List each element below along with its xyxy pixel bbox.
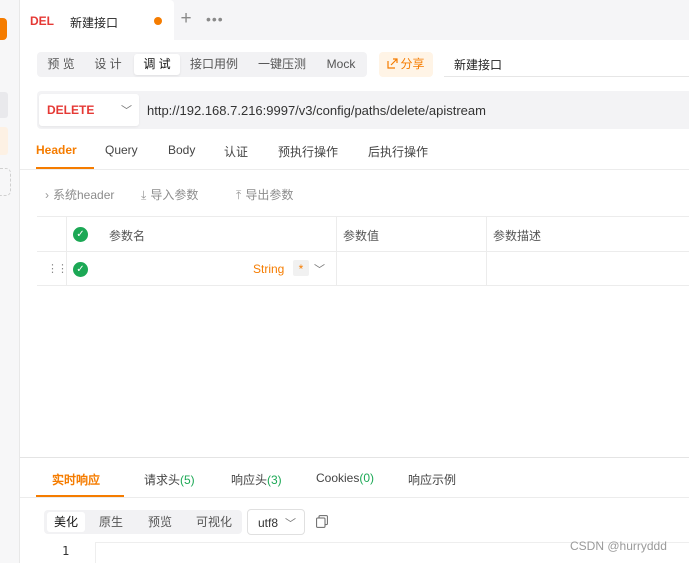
mode-mock-button[interactable]: Mock bbox=[320, 54, 362, 75]
watermark: CSDN @hurryddd bbox=[570, 539, 667, 553]
tab-response-example-label: 响应示例 bbox=[408, 473, 457, 487]
required-toggle[interactable]: * bbox=[293, 260, 309, 276]
cookies-count: (0) bbox=[359, 471, 375, 485]
system-header-toggle[interactable]: › 系统header bbox=[45, 186, 114, 203]
encoding-select[interactable]: utf8 ﹀ bbox=[247, 509, 305, 535]
mode-design-button[interactable]: 设 计 bbox=[87, 54, 129, 75]
tab-auth[interactable]: 认证 bbox=[224, 143, 248, 160]
add-tab-icon[interactable]: + bbox=[177, 8, 195, 30]
column-header-value: 参数值 bbox=[343, 229, 380, 243]
drag-handle-icon[interactable]: ⋮⋮ bbox=[47, 262, 68, 275]
export-params-label: 导出参数 bbox=[245, 188, 294, 202]
sidebar-item-active[interactable] bbox=[0, 127, 8, 155]
tab-title: 新建接口 bbox=[70, 16, 119, 30]
chevron-down-icon: ﹀ bbox=[121, 105, 132, 117]
mode-switcher: 预 览 设 计 调 试 接口用例 一键压测 Mock bbox=[37, 52, 367, 77]
format-raw-button[interactable]: 原生 bbox=[92, 512, 130, 532]
chevron-down-icon[interactable]: ﹀ bbox=[314, 261, 325, 277]
chevron-down-icon: ﹀ bbox=[285, 518, 296, 530]
divider bbox=[20, 497, 689, 498]
tab-post-script[interactable]: 后执行操作 bbox=[368, 143, 428, 160]
chevron-right-icon: › bbox=[45, 188, 49, 202]
api-name-input[interactable] bbox=[444, 52, 689, 77]
mode-debug-button[interactable]: 调 试 bbox=[134, 54, 180, 75]
share-label: 分享 bbox=[400, 57, 425, 71]
tab-cookies-label: Cookies bbox=[316, 471, 360, 485]
tab-response-example[interactable]: 响应示例 bbox=[408, 471, 456, 488]
param-type-select[interactable]: String bbox=[253, 262, 284, 276]
column-header-description: 参数描述 bbox=[493, 229, 542, 243]
request-tabs: Header Query Body 认证 预执行操作 后执行操作 bbox=[20, 132, 689, 170]
mode-preview-button[interactable]: 预 览 bbox=[40, 54, 82, 75]
line-number: 1 bbox=[62, 544, 70, 558]
tab-request-headers[interactable]: 请求头(5) bbox=[144, 471, 195, 488]
response-headers-count: (3) bbox=[267, 473, 282, 487]
format-preview-button[interactable]: 预览 bbox=[141, 512, 179, 532]
copy-icon[interactable] bbox=[316, 515, 328, 528]
tab-response-headers[interactable]: 响应头(3) bbox=[231, 471, 282, 488]
row-enabled-check-icon[interactable]: ✓ bbox=[73, 262, 88, 277]
url-input[interactable] bbox=[147, 100, 667, 120]
table-header-row: ✓ 参数名 参数值 参数描述 bbox=[37, 217, 689, 252]
header-param-table: ✓ 参数名 参数值 参数描述 ⋮⋮ ✓ String * ﹀ bbox=[37, 216, 689, 286]
import-params-label: 导入参数 bbox=[150, 188, 199, 202]
tab-header[interactable]: Header bbox=[36, 143, 77, 157]
export-params-button[interactable]: ⤒ 导出参数 bbox=[236, 186, 293, 203]
tab-live-response[interactable]: 实时响应 bbox=[52, 471, 100, 488]
import-params-button[interactable]: ⤓ 导入参数 bbox=[141, 186, 198, 203]
column-header-name: 参数名 bbox=[109, 229, 146, 243]
system-header-label: 系统header bbox=[53, 188, 115, 202]
tab-query[interactable]: Query bbox=[105, 143, 138, 157]
more-icon[interactable]: ••• bbox=[206, 11, 224, 27]
table-row: ⋮⋮ ✓ String * ﹀ bbox=[37, 252, 689, 287]
active-tab-indicator bbox=[36, 167, 94, 169]
share-icon bbox=[387, 58, 399, 69]
column-divider bbox=[486, 217, 487, 286]
sidebar-add-placeholder[interactable] bbox=[0, 168, 11, 196]
export-icon: ⤒ bbox=[236, 188, 242, 202]
tab-pre-script[interactable]: 预执行操作 bbox=[278, 143, 338, 160]
sidebar-active-marker[interactable] bbox=[0, 18, 7, 40]
tab-request-headers-label: 请求头 bbox=[144, 473, 181, 487]
share-button[interactable]: 分享 bbox=[379, 52, 433, 77]
tab-new-interface[interactable]: DEL 新建接口 bbox=[20, 0, 174, 40]
format-visualize-button[interactable]: 可视化 bbox=[190, 512, 238, 532]
mode-test-case-button[interactable]: 接口用例 bbox=[185, 54, 243, 75]
unsaved-dot-icon[interactable] bbox=[154, 17, 162, 25]
request-headers-count: (5) bbox=[180, 473, 195, 487]
tab-cookies[interactable]: Cookies(0) bbox=[316, 471, 374, 485]
method-value: DELETE bbox=[47, 103, 95, 117]
tab-response-headers-label: 响应头 bbox=[231, 473, 268, 487]
column-divider bbox=[336, 217, 337, 286]
sidebar-item[interactable] bbox=[0, 92, 8, 118]
tab-method-badge: DEL bbox=[30, 14, 54, 28]
method-select[interactable]: DELETE ﹀ bbox=[39, 94, 139, 126]
encoding-value: utf8 bbox=[258, 516, 279, 530]
select-all-check-icon[interactable]: ✓ bbox=[73, 227, 88, 242]
tab-body[interactable]: Body bbox=[168, 143, 195, 157]
format-pretty-button[interactable]: 美化 bbox=[47, 512, 85, 532]
left-sidebar-rail bbox=[0, 0, 20, 563]
mode-stress-test-button[interactable]: 一键压测 bbox=[251, 54, 313, 75]
column-divider bbox=[66, 217, 67, 286]
tab-live-response-label: 实时响应 bbox=[52, 473, 101, 487]
import-icon: ⤓ bbox=[141, 188, 147, 202]
url-bar: DELETE ﹀ bbox=[37, 91, 689, 129]
tab-bar: DEL 新建接口 + ••• bbox=[20, 0, 689, 40]
format-switcher: 美化 原生 预览 可视化 bbox=[44, 510, 242, 534]
